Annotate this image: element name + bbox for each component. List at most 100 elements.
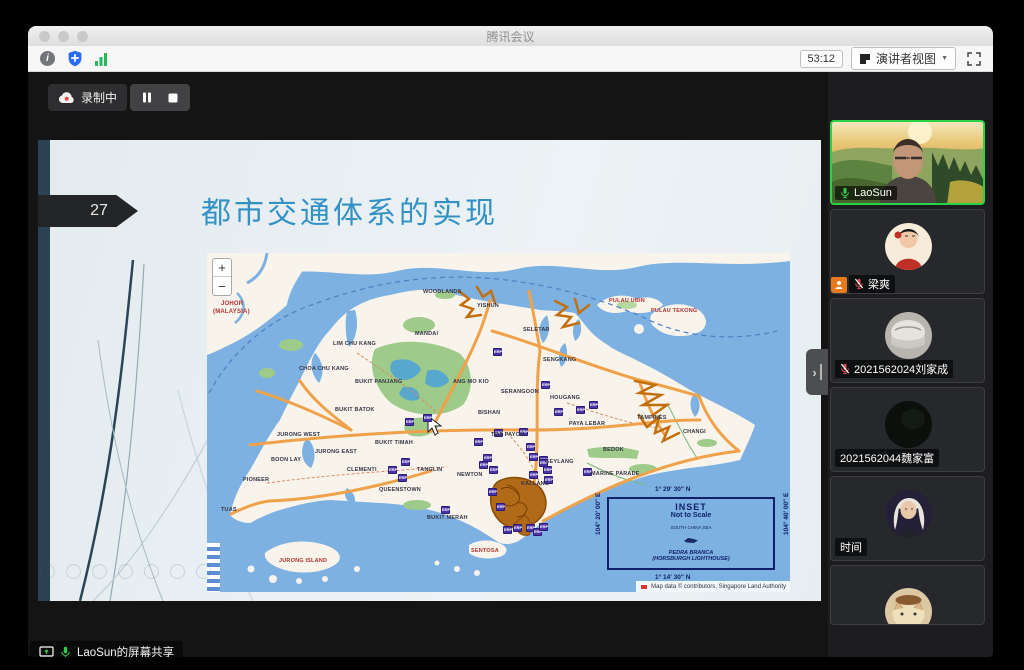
map-place-label: SENTOSA [471,548,499,554]
map-place-label: YISHUN [477,303,499,309]
map-place-label: PULAU TEKONG [651,308,697,314]
map-attribution-text: Map data © contributors, Singapore Land … [651,584,786,590]
map-attribution: Map data © contributors, Singapore Land … [636,581,790,592]
participant-nameplate: 2021562024刘家成 [835,360,953,378]
recording-label: 录制中 [81,89,117,106]
participant-name: 梁爽 [868,276,890,292]
participants-sidebar: › [828,72,993,657]
view-selector[interactable]: 演讲者视图 ▼ [851,47,956,70]
erp-gantry-marker: ERP [541,381,550,389]
map-place-label: SELETAR [523,327,550,333]
map-place-label: GEYLANG [545,459,574,465]
meeting-info-icon[interactable]: i [38,49,57,68]
participant-nameplate: LaoSun [835,186,897,200]
erp-gantry-marker: ERP [493,348,502,356]
map-place-label: BOON LAY [271,457,301,463]
layout-icon [859,53,871,65]
network-signal-icon[interactable] [92,49,111,68]
screen-share-icon [39,646,54,658]
erp-gantry-marker: ERP [554,408,563,416]
chevron-down-icon: ▼ [941,55,948,62]
avatar [885,401,932,448]
map-place-label: JURONG ISLAND [279,558,327,564]
erp-gantry-marker: ERP [529,471,538,479]
window-title: 腾讯会议 [28,28,993,45]
map-place-label: NEWTON [457,472,483,478]
map-place-label: TAMPINES [637,415,667,421]
map-place-label: JOHOR [221,301,243,307]
shared-screen-stage: 录制中 [28,72,828,657]
sidebar-collapse-tab[interactable]: › [806,349,828,395]
toolbar: i 53:12 演讲者视图 ▼ [28,46,993,72]
map-inset-box: INSET Not to Scale SOUTH CHINA SEA PEDRA… [607,497,775,570]
participant-tile-liangshuang[interactable]: 梁爽 [830,209,985,294]
avatar [885,223,932,270]
security-shield-icon[interactable] [65,49,84,68]
map-zoom-in-button[interactable]: + [213,259,231,277]
close-button[interactable] [39,31,50,42]
erp-gantry-marker: ERP [526,443,535,451]
inset-title: INSET [609,502,773,512]
map-place-label: BUKIT BATOK [335,407,375,413]
map-place-label: BUKIT TIMAH [375,440,413,446]
participant-name: 2021562024刘家成 [854,361,948,377]
erp-gantry-marker: ERP [401,458,410,466]
presenter-ghost-controls[interactable] [40,564,211,579]
map-zoom-out-button[interactable]: − [213,277,231,295]
map-place-label: JURONG WEST [277,432,320,438]
erp-gantry-marker: ERP [474,438,483,446]
map-place-label: CLEMENTI [347,467,377,473]
zoom-button[interactable] [77,31,88,42]
pedra-branca-island-shape [684,538,698,543]
content-area: 录制中 [28,72,993,657]
erp-gantry-marker: ERP [405,418,414,426]
map-place-label: CHOA CHU KANG [299,366,349,372]
map-place-label: BUKIT MERAH [427,515,468,521]
participant-tile-shijian[interactable]: 时间 [830,476,985,561]
coord-top: 1° 29' 30" N [655,486,690,493]
recording-status: 录制中 [48,84,127,111]
erp-gantry-marker: ERP [441,506,450,514]
pause-recording-button[interactable] [134,87,160,108]
fullscreen-button[interactable] [964,49,983,68]
screen-share-banner: LaoSun的屏幕共享 [30,641,183,657]
stop-recording-button[interactable] [160,87,186,108]
coord-right: 104° 40' 00" E [783,493,790,535]
participant-name: 2021562044魏家富 [840,450,934,466]
participant-tile-partial[interactable] [830,565,985,625]
minimize-button[interactable] [58,31,69,42]
map-place-label: SERANGOON [501,389,539,395]
map-place-label: LIM CHU KANG [333,341,376,347]
map-place-label: MANDAI [415,331,438,337]
map-place-label: WOODLANDS [423,289,461,295]
avatar [885,490,932,537]
microphone-on-icon [840,187,850,199]
singapore-map[interactable]: ERPERPERPERPERPERPERPERPERPERPERPERPERPE… [207,253,790,592]
erp-gantry-marker: ERP [398,474,407,482]
erp-gantry-marker: ERP [479,461,488,469]
map-place-label: PULAU UBIN [609,298,645,304]
erp-gantry-marker: ERP [489,466,498,474]
map-place-label: TUAS [221,507,237,513]
microphone-muted-icon [840,363,850,375]
participant-tile-laosun[interactable]: LaoSun [830,120,985,205]
slide-title: 都市交通体系的实现 [201,188,498,232]
participant-name: LaoSun [854,187,892,199]
participant-tile-weijiafu[interactable]: 2021562044魏家富 [830,387,985,472]
map-zoom-control: + − [212,258,232,296]
map-place-label: CHANGI [683,429,706,435]
map-place-label: BISHAN [478,410,500,416]
map-place-label: BUKIT PANJANG [355,379,402,385]
inset-subtitle: Not to Scale [609,512,773,519]
slide-page-number: 27 [38,195,138,227]
map-place-label: SENGKANG [543,357,576,363]
map-place-label: KALLANG [521,481,549,487]
map-place-label: ANG MO KIO [453,379,489,385]
erp-gantry-marker: ERP [576,406,585,414]
erp-gantry-marker: ERP [539,523,548,531]
map-place-label: PIONEER [243,477,269,483]
meeting-window: 腾讯会议 i 53:12 演讲者视图 ▼ [28,26,993,657]
title-bar: 腾讯会议 [28,26,993,46]
erp-gantry-marker: ERP [529,453,538,461]
participant-tile-liujiacheng[interactable]: 2021562024刘家成 [830,298,985,383]
